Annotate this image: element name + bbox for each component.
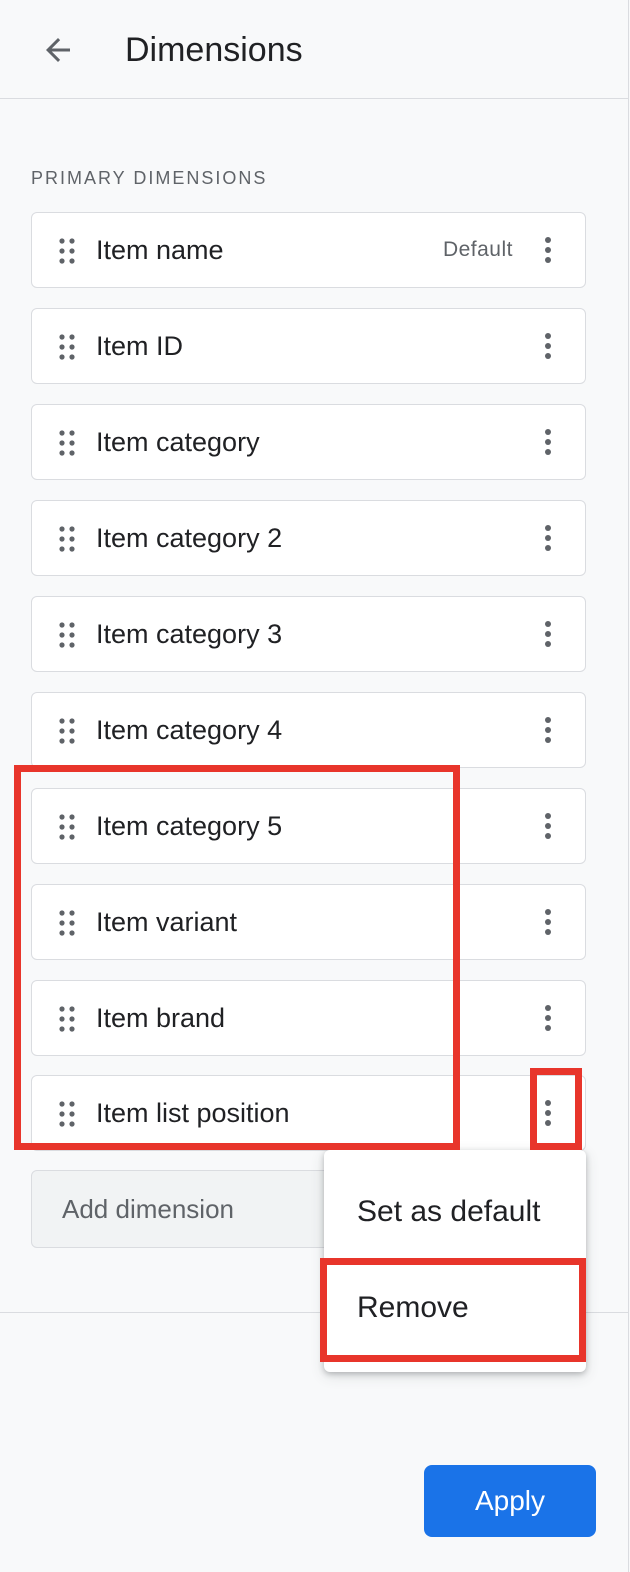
- more-vert-icon[interactable]: [529, 999, 567, 1037]
- dimension-row-item-category-4[interactable]: Item category 4: [31, 692, 586, 768]
- more-vert-icon[interactable]: [529, 807, 567, 845]
- more-vert-icon[interactable]: [529, 711, 567, 749]
- dimension-row-item-brand[interactable]: Item brand: [31, 980, 586, 1056]
- back-button[interactable]: [34, 26, 82, 74]
- menu-item-remove[interactable]: Remove: [324, 1260, 586, 1356]
- more-vert-icon[interactable]: [529, 903, 567, 941]
- more-vert-icon[interactable]: [529, 1094, 567, 1132]
- drag-handle-icon[interactable]: [58, 237, 76, 265]
- more-vert-icon[interactable]: [529, 423, 567, 461]
- drag-handle-icon[interactable]: [58, 429, 76, 457]
- dimension-row-item-id[interactable]: Item ID: [31, 308, 586, 384]
- drag-handle-icon[interactable]: [58, 1100, 76, 1128]
- dimension-label: Item name: [96, 235, 224, 265]
- drag-handle-icon[interactable]: [58, 813, 76, 841]
- dimension-label: Item variant: [96, 907, 238, 937]
- menu-item-set-as-default[interactable]: Set as default: [324, 1164, 586, 1260]
- drag-handle-icon[interactable]: [58, 525, 76, 553]
- more-vert-icon[interactable]: [529, 519, 567, 557]
- more-vert-icon[interactable]: [529, 327, 567, 365]
- page-title: Dimensions: [125, 31, 303, 69]
- dimension-row-item-name[interactable]: Item name Default: [31, 212, 586, 288]
- drag-handle-icon[interactable]: [58, 333, 76, 361]
- dimension-row-item-category-2[interactable]: Item category 2: [31, 500, 586, 576]
- section-label-primary-dimensions: PRIMARY DIMENSIONS: [31, 168, 268, 188]
- arrow-back-icon: [40, 32, 76, 68]
- dimension-row-item-list-position[interactable]: Item list position: [31, 1075, 586, 1151]
- dimension-label: Item category 2: [96, 523, 283, 553]
- apply-button[interactable]: Apply: [424, 1465, 596, 1537]
- dimension-label: Item category: [96, 427, 260, 457]
- dimension-row-item-variant[interactable]: Item variant: [31, 884, 586, 960]
- dimension-label: Item category 4: [96, 715, 283, 745]
- default-badge: Default: [442, 238, 513, 261]
- panel-header: Dimensions: [0, 0, 628, 99]
- drag-handle-icon[interactable]: [58, 909, 76, 937]
- drag-handle-icon[interactable]: [58, 621, 76, 649]
- dimensions-panel: Dimensions PRIMARY DIMENSIONS Item name …: [0, 0, 629, 1572]
- more-vert-icon[interactable]: [529, 231, 567, 269]
- dimension-row-item-category-5[interactable]: Item category 5: [31, 788, 586, 864]
- dimension-label: Item ID: [96, 331, 184, 361]
- dimension-row-item-category[interactable]: Item category: [31, 404, 586, 480]
- dimension-row-item-category-3[interactable]: Item category 3: [31, 596, 586, 672]
- dimension-label: Item list position: [96, 1098, 290, 1128]
- drag-handle-icon[interactable]: [58, 1005, 76, 1033]
- drag-handle-icon[interactable]: [58, 717, 76, 745]
- row-context-menu: Set as default Remove: [324, 1150, 586, 1372]
- dimension-label: Item brand: [96, 1003, 226, 1033]
- more-vert-icon[interactable]: [529, 615, 567, 653]
- dimension-label: Item category 3: [96, 619, 283, 649]
- dimension-label: Item category 5: [96, 811, 283, 841]
